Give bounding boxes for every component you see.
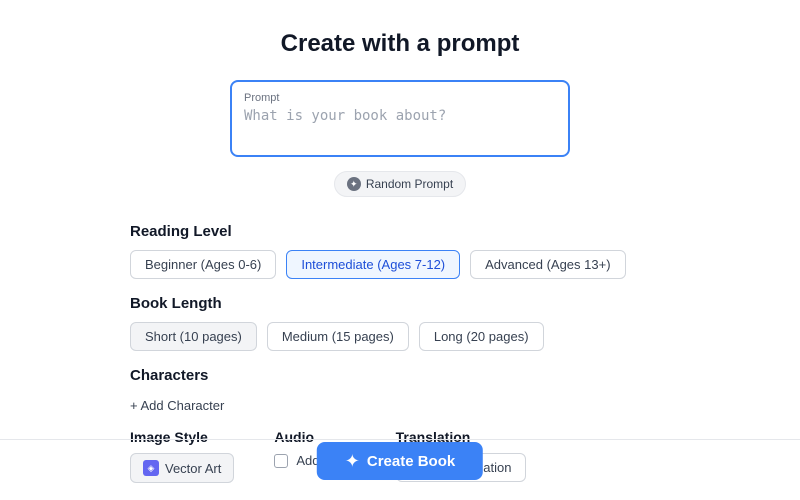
create-book-label: Create Book [367,453,455,470]
book-length-label: Book Length [130,295,670,312]
reading-level-label: Reading Level [130,223,670,240]
reading-level-options: Beginner (Ages 0-6) Intermediate (Ages 7… [130,250,670,279]
prompt-label: Prompt [244,92,556,104]
prompt-section: Prompt [230,80,570,157]
create-book-button[interactable]: ✦ Create Book [317,442,483,480]
page-container: Create with a prompt Prompt ✦ Random Pro… [0,0,800,500]
random-prompt-button[interactable]: ✦ Random Prompt [334,171,466,197]
prompt-wrapper: Prompt [230,80,570,157]
image-style-button[interactable]: ◈ Vector Art [130,453,234,483]
book-length-section: Book Length Short (10 pages) Medium (15 … [130,295,670,351]
bottom-divider [0,439,800,440]
book-length-options: Short (10 pages) Medium (15 pages) Long … [130,322,670,351]
reading-level-intermediate[interactable]: Intermediate (Ages 7-12) [286,250,460,279]
random-prompt-label: Random Prompt [366,177,453,191]
vector-art-icon: ◈ [143,460,159,476]
characters-label: Characters [130,367,670,384]
image-style-value: Vector Art [165,461,221,476]
book-length-short[interactable]: Short (10 pages) [130,322,257,351]
reading-level-advanced[interactable]: Advanced (Ages 13+) [470,250,625,279]
random-icon: ✦ [347,177,361,191]
prompt-input[interactable] [244,108,556,140]
characters-section: Characters + Add Character [130,367,670,417]
create-book-icon: ✦ [345,452,360,470]
book-length-long[interactable]: Long (20 pages) [419,322,544,351]
image-style-label: Image Style [130,429,234,445]
reading-level-section: Reading Level Beginner (Ages 0-6) Interm… [130,223,670,279]
add-character-button[interactable]: + Add Character [130,394,224,417]
image-style-section: Image Style ◈ Vector Art [130,429,234,483]
audio-checkbox[interactable] [274,454,288,468]
book-length-medium[interactable]: Medium (15 pages) [267,322,409,351]
page-title: Create with a prompt [281,30,520,58]
reading-level-beginner[interactable]: Beginner (Ages 0-6) [130,250,276,279]
